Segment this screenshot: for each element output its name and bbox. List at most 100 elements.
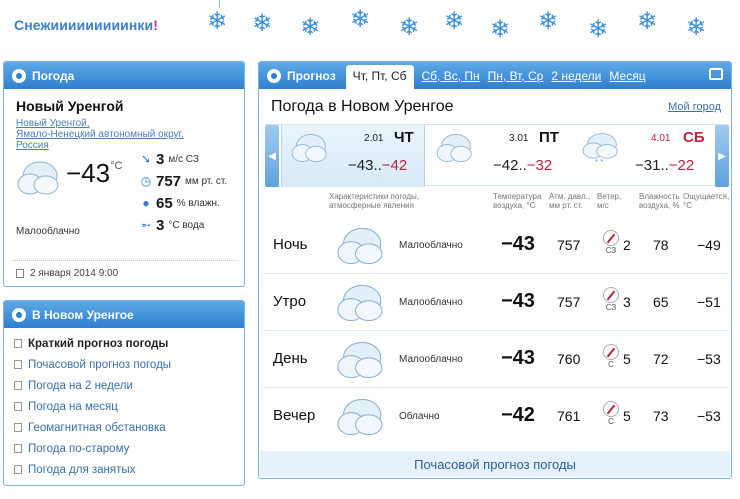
- prev-arrow-icon[interactable]: ◀: [265, 125, 279, 187]
- drop-icon: ●: [142, 196, 150, 210]
- cloud-icon: [290, 131, 330, 170]
- wind-stat: ➘ 3 м/с СЗ: [138, 148, 238, 170]
- link-old-style[interactable]: Погода по-старому: [14, 438, 171, 459]
- row-condition: Облачно: [399, 411, 440, 422]
- row-condition: Малооблачно: [399, 354, 463, 365]
- page: Снежииииииииинки! ❄ ❄ ❄ ❄ ❄ ❄ ❄ ❄ ❄ ❄ ❄ …: [0, 0, 740, 499]
- forecast-title: Погода в Новом Уренгое: [271, 98, 454, 115]
- tab-two-weeks[interactable]: 2 недели: [551, 69, 601, 83]
- row-temp: −43: [501, 233, 535, 255]
- table-row: Ночь Малооблачно −43 757 СЗ 2 78 −49: [265, 217, 729, 274]
- col-wind: Ветер, м/с: [597, 192, 622, 210]
- current-condition: Малооблачно: [16, 226, 80, 237]
- fish-icon: ➵: [140, 218, 152, 232]
- day-date: 3.01: [509, 133, 529, 144]
- banner-title[interactable]: Снежииииииииинки!: [14, 17, 158, 33]
- row-pressure: 761: [557, 408, 581, 424]
- day-temps: −31..−22: [635, 157, 695, 174]
- row-feels: −49: [697, 237, 721, 253]
- day-card[interactable]: 3.01 ПТ −42..−32: [427, 125, 571, 187]
- snow-cloud-icon: * *: [581, 131, 621, 170]
- cloud-icon: [335, 281, 387, 330]
- col-temp: Температура воздуха, °C: [493, 192, 542, 210]
- logo-icon: [267, 68, 281, 83]
- day-card[interactable]: 2.01 ЧТ −43..−42: [281, 125, 425, 187]
- tab-sat-sun-mon[interactable]: Сб, Вс, Пн: [422, 69, 480, 83]
- tab-thu-fri-sat[interactable]: Чт, Пт, Сб: [345, 65, 414, 89]
- cloud-icon: [16, 158, 62, 203]
- document-icon: [14, 402, 22, 411]
- row-label: День: [273, 350, 308, 367]
- cloud-icon: [435, 131, 475, 170]
- logo-icon: [12, 307, 26, 322]
- row-condition: Малооблачно: [399, 297, 463, 308]
- wind-arrow-icon: ➘: [140, 152, 152, 166]
- table-row: Вечер Облачно −42 761 С 5 73 −53: [265, 388, 729, 445]
- current-weather-header: Погода: [4, 62, 244, 89]
- day-selector: ◀ 2.01 ЧТ −43..−42 3.01 ПТ −42..−32 * * …: [265, 124, 729, 187]
- link-geomagnetic[interactable]: Геомагнитная обстановка: [14, 417, 171, 438]
- day-name: ЧТ: [394, 129, 414, 146]
- thread: [219, 0, 220, 8]
- row-temp: −43: [501, 347, 535, 369]
- col-weather: Характеристики погоды, атмосферные явлени…: [329, 192, 419, 210]
- row-label: Утро: [273, 293, 307, 310]
- row-humidity: 78: [653, 237, 669, 253]
- snowflake-icon: ❄: [588, 16, 609, 43]
- row-condition: Малооблачно: [399, 240, 463, 251]
- print-icon[interactable]: [709, 68, 723, 80]
- banner: Снежииииииииинки! ❄ ❄ ❄ ❄ ❄ ❄ ❄ ❄ ❄ ❄ ❄: [0, 0, 740, 56]
- day-card[interactable]: * * 4.01 СБ −31..−22: [573, 125, 713, 187]
- current-temperature: −43°C: [66, 158, 123, 188]
- current-weather-card: Погода Новый Уренгой Новый Уренгой, Ямал…: [3, 61, 245, 287]
- row-label: Вечер: [273, 407, 316, 424]
- city-links-card: В Новом Уренгое Краткий прогноз погоды П…: [3, 300, 245, 486]
- row-pressure: 760: [557, 351, 581, 367]
- day-temps: −43..−42: [348, 157, 408, 174]
- tab-mon-tue-wed[interactable]: Пн, Вт, Ср: [488, 69, 544, 83]
- region-links[interactable]: Новый Уренгой, Ямало-Ненецкий автономный…: [16, 118, 184, 151]
- document-icon: [14, 423, 22, 432]
- cloud-icon: [335, 395, 387, 444]
- update-date: 2 января 2014 9:00: [12, 260, 236, 279]
- link-for-busy[interactable]: Погода для занятых: [14, 459, 171, 480]
- logo-icon: [12, 68, 26, 83]
- wind-compass-icon: С: [599, 344, 623, 369]
- snowflake-icon: ❄: [350, 6, 371, 33]
- snowflake-icon: ❄: [300, 14, 321, 41]
- day-date: 4.01: [651, 133, 671, 144]
- snowflake-icon: ❄: [399, 14, 420, 41]
- pressure-stat: ◷ 757 мм рт. ст.: [138, 170, 238, 192]
- row-wind: 3: [623, 294, 631, 310]
- hourly-forecast-link[interactable]: Почасовой прогноз погоды: [260, 451, 730, 477]
- water-temp-stat: ➵ 3 °C вода: [138, 214, 238, 236]
- link-two-weeks[interactable]: Погода на 2 недели: [14, 375, 171, 396]
- snowflake-icon: ❄: [538, 8, 559, 35]
- document-icon: [16, 269, 24, 278]
- row-label: Ночь: [273, 236, 308, 253]
- link-short-forecast[interactable]: Краткий прогноз погоды: [14, 333, 171, 354]
- document-icon: [14, 339, 22, 348]
- row-pressure: 757: [557, 294, 581, 310]
- tab-month[interactable]: Месяц: [609, 69, 645, 83]
- row-feels: −53: [697, 351, 721, 367]
- day-name: ПТ: [539, 129, 559, 146]
- gauge-icon: ◷: [140, 174, 152, 188]
- row-feels: −51: [697, 294, 721, 310]
- snowflake-icon: ❄: [490, 16, 511, 43]
- document-icon: [14, 381, 22, 390]
- forecast-tabs: Прогноз Чт, Пт, Сб Сб, Вс, Пн Пн, Вт, Ср…: [259, 62, 731, 89]
- row-humidity: 73: [653, 408, 669, 424]
- document-icon: [14, 444, 22, 453]
- snowflake-icon: ❄: [444, 8, 465, 35]
- day-name: СБ: [683, 129, 705, 146]
- cloud-icon: [335, 224, 387, 273]
- link-hourly-forecast[interactable]: Почасовой прогноз погоды: [14, 354, 171, 375]
- next-arrow-icon[interactable]: ▶: [715, 125, 729, 187]
- city-links-list: Краткий прогноз погоды Почасовой прогноз…: [14, 333, 171, 480]
- my-city-link[interactable]: Мой город: [668, 101, 721, 113]
- link-month[interactable]: Погода на месяц: [14, 396, 171, 417]
- city-links-header: В Новом Уренгое: [4, 301, 244, 328]
- wind-compass-icon: С: [599, 401, 623, 426]
- city-name: Новый Уренгой: [16, 98, 124, 114]
